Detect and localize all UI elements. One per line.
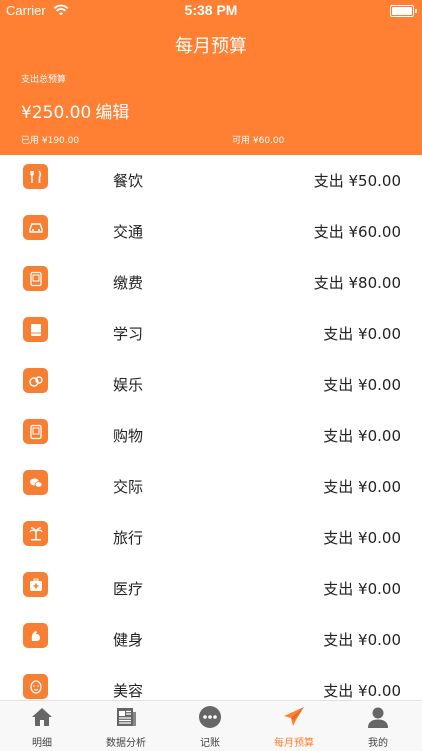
edit-budget-button[interactable]: 编辑 (95, 103, 129, 123)
book-icon (23, 317, 48, 342)
category-name: 交通 (113, 223, 144, 241)
category-row[interactable]: 交通 支出 ¥60.00 (0, 206, 422, 257)
tab-label: 明细 (32, 738, 52, 749)
category-amount: 支出 ¥0.00 (323, 682, 401, 700)
category-name: 购物 (113, 427, 144, 445)
battery-icon (390, 5, 417, 17)
tab-details[interactable]: 明细 (0, 701, 84, 751)
category-amount: 支出 ¥0.00 (323, 376, 401, 394)
category-name: 交际 (113, 478, 144, 496)
chat-icon (23, 470, 48, 495)
category-row[interactable]: 购物 支出 ¥0.00 (0, 410, 422, 461)
face-mask-icon (23, 674, 48, 699)
category-row[interactable]: 学习 支出 ¥0.00 (0, 308, 422, 359)
category-name: 娱乐 (113, 376, 144, 394)
category-name: 医疗 (113, 580, 144, 598)
used-amount: 已用 ¥190.00 (21, 136, 80, 146)
category-row[interactable]: 医疗 支出 ¥0.00 (0, 563, 422, 614)
more-dots-icon (199, 706, 221, 728)
category-row[interactable]: 娱乐 支出 ¥0.00 (0, 359, 422, 410)
tab-label: 我的 (368, 738, 388, 749)
page-title: 每月预算 (175, 36, 247, 57)
muscle-arm-icon (23, 623, 48, 648)
tab-profile[interactable]: 我的 (336, 701, 420, 751)
paper-plane-icon (284, 707, 304, 726)
category-list[interactable]: 餐饮 支出 ¥50.00 交通 支出 ¥60.00 缴费 支出 ¥80.00 学… (0, 155, 422, 700)
category-name: 餐饮 (113, 172, 144, 190)
category-name: 美容 (113, 682, 144, 700)
category-row[interactable]: 健身 支出 ¥0.00 (0, 614, 422, 665)
category-row[interactable]: 餐饮 支出 ¥50.00 (0, 155, 422, 206)
category-name: 旅行 (113, 529, 144, 547)
category-amount: 支出 ¥0.00 (323, 427, 401, 445)
category-amount: 支出 ¥50.00 (313, 172, 401, 190)
tab-monthly-budget[interactable]: 每月预算 (252, 701, 336, 751)
shopping-icon (23, 419, 48, 444)
category-name: 学习 (113, 325, 144, 343)
category-name: 缴费 (113, 274, 144, 292)
bill-icon (23, 266, 48, 291)
tab-record[interactable]: 记账 (168, 701, 252, 751)
category-row[interactable]: 美容 支出 ¥0.00 (0, 665, 422, 700)
category-amount: 支出 ¥80.00 (313, 274, 401, 292)
car-icon (23, 215, 48, 240)
user-icon (368, 707, 388, 728)
category-amount: 支出 ¥0.00 (323, 325, 401, 343)
medical-kit-icon (23, 572, 48, 597)
budget-amount: ¥250.00 编辑 (21, 98, 129, 123)
category-name: 健身 (113, 631, 144, 649)
available-amount: 可用 ¥60.00 (232, 136, 285, 146)
category-row[interactable]: 旅行 支出 ¥0.00 (0, 512, 422, 563)
tab-bar: 明细 数据分析 记账 每月预算 我的 (0, 700, 422, 751)
category-row[interactable]: 交际 支出 ¥0.00 (0, 461, 422, 512)
budget-label: 支出总预算 (21, 75, 67, 85)
palm-tree-icon (23, 521, 48, 546)
category-amount: 支出 ¥0.00 (323, 529, 401, 547)
status-bar: Carrier 5:38 PM (0, 0, 422, 22)
header: Carrier 5:38 PM 每月预算 支出总预算 ¥250.00 编辑 已用 … (0, 0, 422, 155)
entertainment-icon (23, 368, 48, 393)
clock: 5:38 PM (184, 2, 238, 18)
home-icon (32, 708, 52, 726)
tab-analysis[interactable]: 数据分析 (84, 701, 168, 751)
category-amount: 支出 ¥0.00 (323, 631, 401, 649)
fork-knife-icon (23, 164, 48, 189)
category-amount: 支出 ¥0.00 (323, 478, 401, 496)
tab-label: 记账 (200, 738, 220, 749)
budget-total: ¥250.00 (21, 103, 92, 123)
newspaper-icon (117, 708, 136, 726)
tab-label: 每月预算 (274, 738, 314, 749)
tab-label: 数据分析 (106, 738, 146, 749)
category-row[interactable]: 缴费 支出 ¥80.00 (0, 257, 422, 308)
category-amount: 支出 ¥0.00 (323, 580, 401, 598)
category-amount: 支出 ¥60.00 (313, 223, 401, 241)
